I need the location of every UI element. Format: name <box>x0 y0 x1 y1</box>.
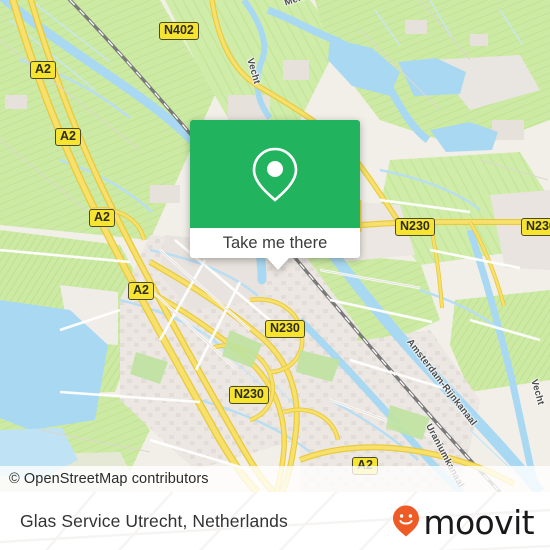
place-title: Glas Service Utrecht, Netherlands <box>20 492 288 550</box>
place-title-text: Glas Service Utrecht, Netherlands <box>20 510 288 531</box>
road-shield: N230 <box>229 386 269 405</box>
moovit-smiley-pin-icon <box>393 505 420 537</box>
road-shield: N230 <box>265 320 305 339</box>
road-shield: A2 <box>89 209 115 228</box>
map-attribution[interactable]: © OpenStreetMap contributors <box>0 466 550 492</box>
callout-header <box>190 120 360 228</box>
moovit-wordmark: moovit <box>423 502 534 542</box>
map-canvas[interactable]: N402 A2 A2 A2 A2 N230 N230 N230 N230 A2 … <box>0 0 550 492</box>
map-pin-icon <box>252 147 298 202</box>
place-callout[interactable]: Take me there <box>190 120 360 270</box>
road-shield: N230 <box>521 218 550 237</box>
road-shield: N402 <box>159 22 199 41</box>
road-shield: N230 <box>395 218 435 237</box>
take-me-there-button[interactable]: Take me there <box>190 228 360 258</box>
callout-tail <box>267 258 289 270</box>
footer-bar: Glas Service Utrecht, Netherlands moovit <box>0 492 550 550</box>
road-shield: A2 <box>55 128 81 147</box>
attribution-text: © OpenStreetMap contributors <box>9 471 209 487</box>
screenshot-root: N402 A2 A2 A2 A2 N230 N230 N230 N230 A2 … <box>0 0 550 550</box>
road-shield: A2 <box>128 282 154 301</box>
moovit-logo[interactable]: moovit <box>391 492 535 550</box>
road-shield: A2 <box>30 61 56 80</box>
take-me-there-label: Take me there <box>222 233 328 252</box>
